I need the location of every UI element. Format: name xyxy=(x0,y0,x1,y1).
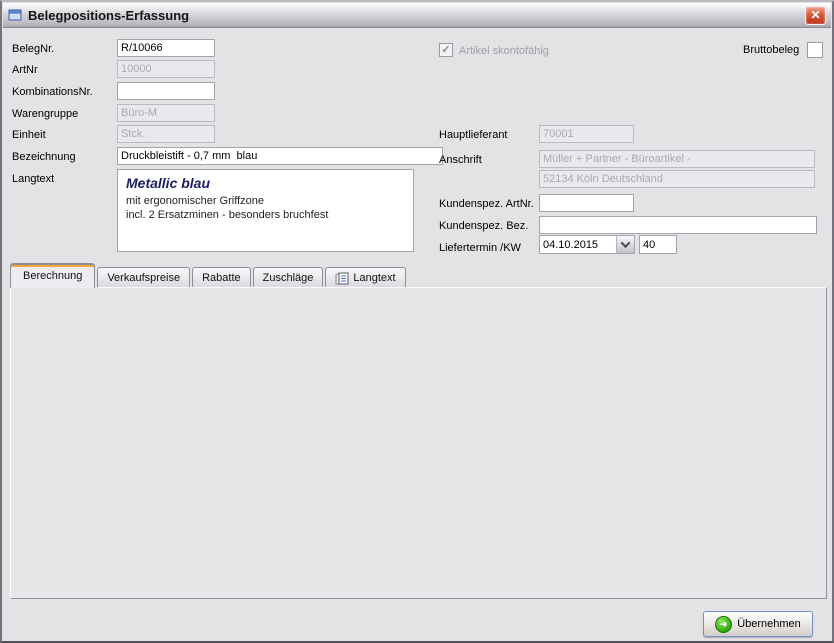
anschrift-line1-input xyxy=(539,150,815,168)
tab-label: Rabatte xyxy=(202,272,241,284)
liefertermin-date-value: 04.10.2015 xyxy=(540,238,616,252)
tab-strip: Berechnung Verkaufspreise Rabatte Zuschl… xyxy=(10,263,408,288)
kombinationsnr-label: KombinationsNr. xyxy=(12,86,93,98)
close-icon: ✕ xyxy=(810,8,820,22)
liefertermin-kw-input[interactable] xyxy=(639,235,677,254)
hauptlieferant-input xyxy=(539,125,634,143)
langtext-title: Metallic blau xyxy=(126,175,405,191)
tab-label: Berechnung xyxy=(23,270,82,282)
belegnr-input[interactable] xyxy=(117,39,215,57)
anschrift-line2-input xyxy=(539,170,815,188)
bezeichnung-label: Bezeichnung xyxy=(12,151,76,163)
artnr-label: ArtNr xyxy=(12,64,38,76)
kundenspez-bez-label: Kundenspez. Bez. xyxy=(439,220,528,232)
window-icon xyxy=(8,9,23,22)
bruttobeleg-label: Bruttobeleg xyxy=(743,44,799,56)
tab-langtext[interactable]: Langtext xyxy=(325,267,405,288)
tab-label: Verkaufspreise xyxy=(107,272,180,284)
bruttobeleg-checkbox[interactable] xyxy=(807,42,823,58)
liefertermin-date-combo[interactable]: 04.10.2015 xyxy=(539,235,635,254)
tab-verkaufspreise[interactable]: Verkaufspreise xyxy=(97,267,190,288)
tab-berechnung[interactable]: Berechnung xyxy=(10,263,95,288)
uebernehmen-label: Übernehmen xyxy=(737,618,801,630)
uebernehmen-button[interactable]: ➜ Übernehmen xyxy=(703,611,813,637)
title-bar[interactable]: Belegpositions-Erfassung ✕ xyxy=(3,3,831,28)
einheit-label: Einheit xyxy=(12,129,46,141)
einheit-input xyxy=(117,125,215,143)
skontofaehig-label: Artikel skontofähig xyxy=(459,45,549,57)
tab-label: Zuschläge xyxy=(263,272,314,284)
check-icon: ✓ xyxy=(441,44,450,56)
tab-label: Langtext xyxy=(353,272,395,284)
belegpositions-erfassung-dialog: Belegpositions-Erfassung ✕ BelegNr. ArtN… xyxy=(0,0,834,643)
hauptlieferant-label: Hauptlieferant xyxy=(439,129,508,141)
close-button[interactable]: ✕ xyxy=(805,6,826,25)
warengruppe-label: Warengruppe xyxy=(12,108,78,120)
tab-zuschlaege[interactable]: Zuschläge xyxy=(253,267,324,288)
green-arrow-icon: ➜ xyxy=(715,616,732,633)
kombinationsnr-input[interactable] xyxy=(117,82,215,100)
belegnr-label: BelegNr. xyxy=(12,43,54,55)
langtext-line: incl. 2 Ersatzminen - besonders bruchfes… xyxy=(126,208,405,222)
bezeichnung-input[interactable] xyxy=(117,147,443,165)
langtext-label: Langtext xyxy=(12,173,54,185)
kundenspez-bez-input[interactable] xyxy=(539,216,817,234)
liefertermin-label: Liefertermin /KW xyxy=(439,242,521,254)
window-title: Belegpositions-Erfassung xyxy=(28,8,189,23)
anschrift-label: Anschrift xyxy=(439,154,482,166)
kundenspez-artnr-label: Kundenspez. ArtNr. xyxy=(439,198,534,210)
document-icon xyxy=(335,272,349,285)
artnr-input xyxy=(117,60,215,78)
berechnung-tab-panel xyxy=(10,287,827,599)
langtext-box[interactable]: Metallic blau mit ergonomischer Griffzon… xyxy=(117,169,414,252)
warengruppe-input xyxy=(117,104,215,122)
tab-rabatte[interactable]: Rabatte xyxy=(192,267,251,288)
langtext-line: mit ergonomischer Griffzone xyxy=(126,194,405,208)
chevron-down-icon[interactable] xyxy=(616,236,634,253)
kundenspez-artnr-input[interactable] xyxy=(539,194,634,212)
skontofaehig-checkbox: ✓ xyxy=(439,43,453,57)
